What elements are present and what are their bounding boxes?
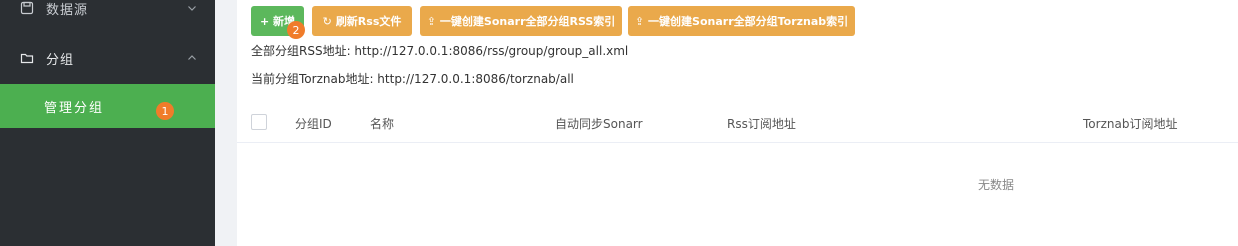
create-sonarr-torznab-label: 一键创建Sonarr全部分组Torznab索引 [648, 15, 849, 28]
rss-address-text: 全部分组RSS地址: http://127.0.0.1:8086/rss/gro… [251, 44, 629, 58]
column-header-rss-url: Rss订阅地址 [727, 117, 796, 131]
step-badge: 1 [156, 102, 174, 120]
column-header-auto-sync: 自动同步Sonarr [555, 117, 643, 131]
sidebar-item-label: 数据源 [46, 2, 89, 18]
share-icon: ⇪ [426, 14, 436, 28]
table-header: 分组ID 名称 自动同步Sonarr Rss订阅地址 Torznab订阅地址 [237, 101, 1238, 143]
create-sonarr-torznab-button[interactable]: ⇪ 一键创建Sonarr全部分组Torznab索引 [628, 6, 855, 36]
sidebar-item-label: 分组 [46, 52, 75, 68]
step-badge: 2 [287, 21, 305, 39]
empty-state-text: 无数据 [978, 178, 1015, 192]
refresh-rss-button[interactable]: ↻ 刷新Rss文件 [312, 6, 412, 36]
sidebar-item-group[interactable]: 分组 [0, 44, 215, 72]
main-content: + 新增 2 ↻ 刷新Rss文件 ⇪ 一键创建Sonarr全部分组RSS索引 ⇪… [215, 0, 1238, 246]
sidebar-item-manage-groups[interactable]: 管理分组 [0, 84, 215, 128]
share-icon: ⇪ [634, 14, 645, 28]
group-table: 分组ID 名称 自动同步Sonarr Rss订阅地址 Torznab订阅地址 无… [237, 101, 1238, 246]
sidebar: 数据源 分组 管理分组 1 [0, 0, 215, 246]
create-sonarr-rss-button[interactable]: ⇪ 一键创建Sonarr全部分组RSS索引 [420, 6, 622, 36]
chevron-up-icon [187, 53, 197, 63]
toolbar-card: + 新增 2 ↻ 刷新Rss文件 ⇪ 一键创建Sonarr全部分组RSS索引 ⇪… [237, 0, 1238, 101]
column-header-group-id: 分组ID [295, 117, 332, 131]
refresh-rss-label: 刷新Rss文件 [335, 15, 402, 28]
torznab-address-text: 当前分组Torznab地址: http://127.0.0.1:8086/tor… [251, 72, 574, 86]
sidebar-item-label: 管理分组 [44, 100, 105, 116]
save-icon [20, 1, 34, 15]
sidebar-item-data-source[interactable]: 数据源 [0, 0, 215, 22]
chevron-down-icon [187, 3, 197, 13]
folder-icon [20, 51, 34, 65]
create-sonarr-rss-label: 一键创建Sonarr全部分组RSS索引 [439, 15, 616, 28]
refresh-icon: ↻ [322, 14, 332, 28]
column-header-torznab-url: Torznab订阅地址 [1083, 117, 1178, 131]
column-header-name: 名称 [370, 117, 395, 131]
select-all-checkbox[interactable] [251, 114, 267, 130]
